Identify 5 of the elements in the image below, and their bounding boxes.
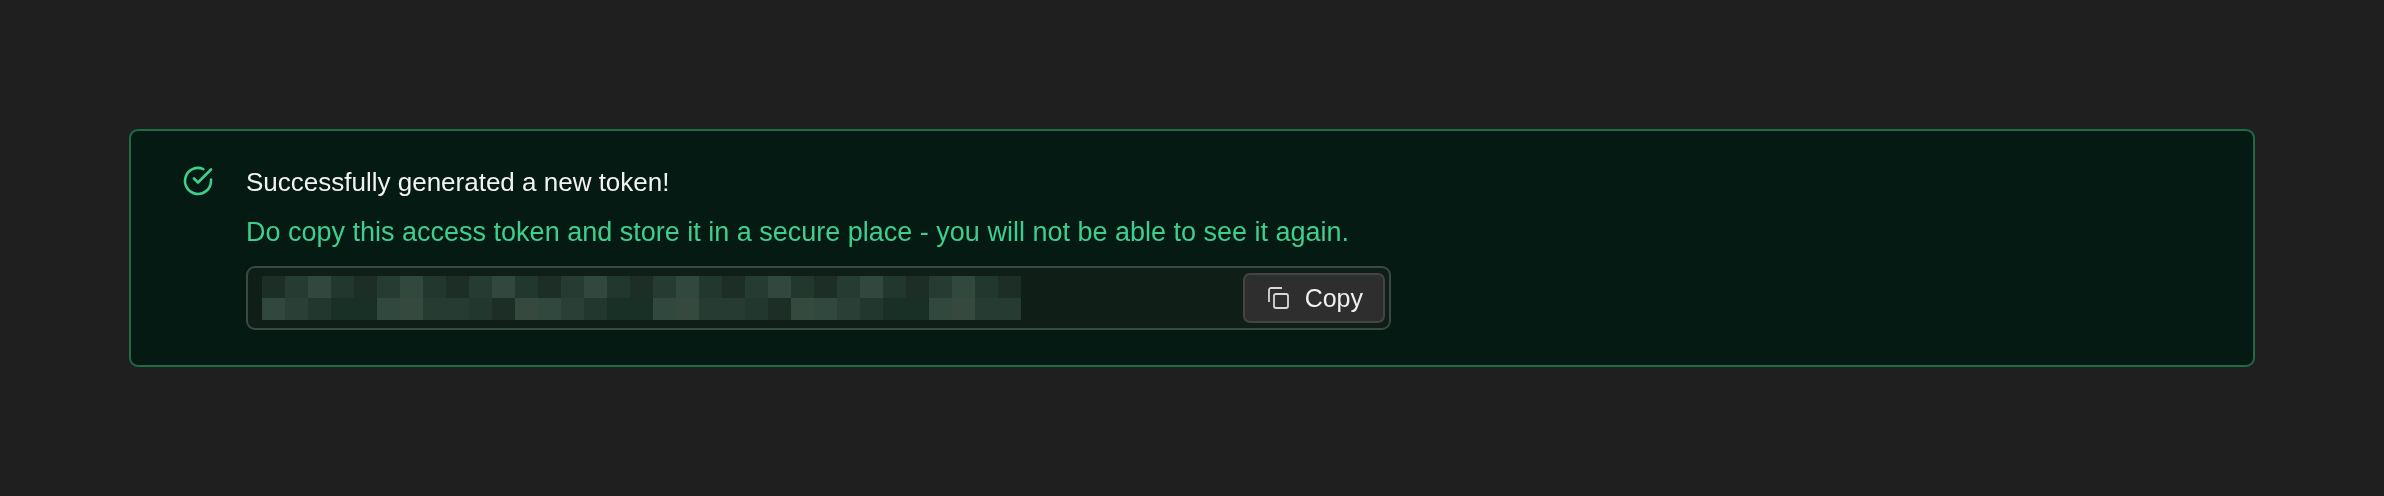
check-circle-icon	[181, 164, 215, 198]
copy-button[interactable]: Copy	[1242, 273, 1385, 323]
alert-title: Successfully generated a new token!	[246, 166, 671, 199]
alert-message: Do copy this access token and store it in a secure place - you will not be able to see it again.	[246, 216, 1351, 249]
token-field[interactable]: Copy	[246, 266, 1391, 330]
